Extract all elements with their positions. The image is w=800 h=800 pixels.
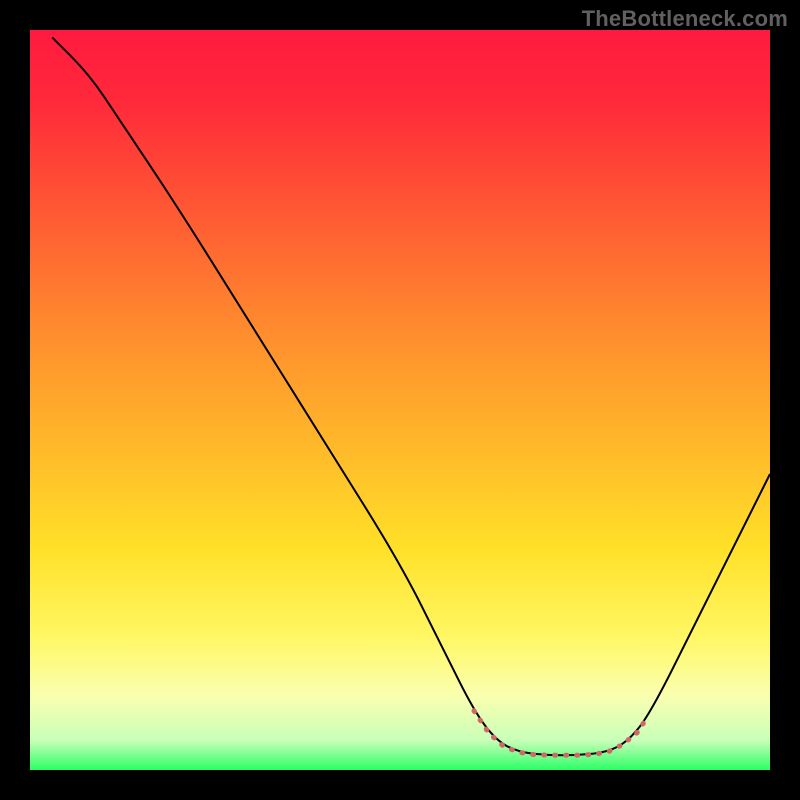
plot-area <box>30 30 770 770</box>
chart-svg <box>30 30 770 770</box>
gradient-backdrop <box>30 30 770 770</box>
chart-container: TheBottleneck.com <box>0 0 800 800</box>
watermark-text: TheBottleneck.com <box>582 6 788 32</box>
